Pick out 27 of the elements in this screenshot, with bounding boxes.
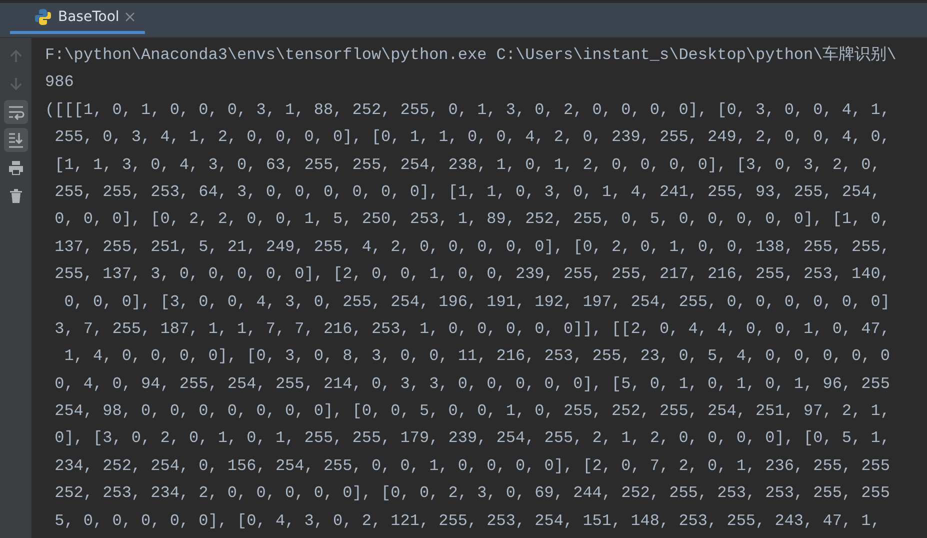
soft-wrap-button[interactable] <box>4 100 28 124</box>
tab-title: BaseTool <box>58 9 120 25</box>
console-line: 0], [3, 0, 2, 0, 1, 0, 1, 255, 255, 179, 239, 254, 255, 2, 1, 2, 0, 0, 0, 0], [0, 5, 1, <box>54 428 890 450</box>
console-line: [1, 1, 3, 0, 4, 3, 0, 63, 255, 255, 254, 238, 1, 0, 1, 2, 0, 0, 0, 0], [3, 0, 3, 2, 0, <box>54 154 880 176</box>
console-line: 254, 98, 0, 0, 0, 0, 0, 0, 0], [0, 0, 5, 0, 0, 1, 0, 255, 252, 255, 254, 251, 97, 2, 1, <box>54 401 890 422</box>
console-line: 255, 137, 3, 0, 0, 0, 0, 0], [2, 0, 0, 1, 0, 0, 239, 255, 255, 217, 216, 255, 253, 140, <box>54 264 890 286</box>
editor-tab[interactable]: BaseTool <box>10 3 146 34</box>
console-line: F:\python\Anaconda3\envs\tensorflow\python.exe C:\Users\instant_s\Desktop\python\车牌识别\ <box>45 44 896 66</box>
printer-icon <box>6 159 24 177</box>
console-line: 5, 0, 0, 0, 0, 0], [0, 4, 3, 0, 2, 121, 255, 253, 254, 151, 148, 253, 255, 243, 47, 1, <box>54 510 880 532</box>
console-line: 252, 253, 234, 2, 0, 0, 0, 0, 0], [0, 0, 2, 3, 0, 69, 244, 252, 255, 253, 253, 255, 255 <box>54 483 890 504</box>
console-line: 0, 4, 0, 94, 255, 254, 255, 214, 0, 3, 3, 0, 0, 0, 0, 0], [5, 0, 1, 0, 1, 0, 1, 96, 255 <box>54 374 890 395</box>
close-icon[interactable] <box>125 12 136 22</box>
console-line: 986 <box>45 72 74 94</box>
console-line: 255, 0, 3, 4, 1, 2, 0, 0, 0, 0], [0, 1, 1, 0, 0, 4, 2, 0, 239, 255, 249, 2, 0, 0, 4, 0, <box>54 127 890 148</box>
console-line: 234, 252, 254, 0, 156, 254, 255, 0, 0, 1, 0, 0, 0, 0], [2, 0, 7, 2, 0, 1, 236, 255, 255 <box>54 456 890 477</box>
console-line: 3, 7, 255, 187, 1, 1, 7, 7, 216, 253, 1, 0, 0, 0, 0, 0]], [[2, 0, 4, 4, 0, 0, 1, 0, 47, <box>54 318 890 340</box>
scroll-to-end-button[interactable] <box>4 128 28 152</box>
console-line: 0, 0, 0], [3, 0, 0, 4, 3, 0, 255, 254, 196, 191, 192, 197, 254, 255, 0, 0, 0, 0, 0, 0] <box>63 292 890 313</box>
scroll-to-end-icon <box>6 131 24 149</box>
logo-icon <box>34 8 52 26</box>
console-line: 137, 255, 251, 5, 21, 249, 255, 4, 2, 0, 0, 0, 0, 0], [0, 2, 0, 1, 0, 0, 138, 255, 255, <box>54 236 890 258</box>
console-line: 255, 255, 253, 64, 3, 0, 0, 0, 0, 0, 0], [1, 1, 0, 3, 0, 1, 4, 241, 255, 93, 255, 254, <box>54 182 880 203</box>
soft-wrap-icon <box>6 103 24 121</box>
console-line: 1, 4, 0, 0, 0, 0], [0, 3, 0, 8, 3, 0, 0, 11, 216, 253, 255, 23, 0, 5, 4, 0, 0, 0, 0, 0 <box>63 346 890 368</box>
console-line: 0, 0, 0], [0, 2, 2, 0, 0, 1, 5, 250, 253, 1, 89, 252, 255, 0, 5, 0, 0, 0, 0, 0], [1, 0, <box>54 209 890 230</box>
console-line: ([[[1, 0, 1, 0, 0, 0, 3, 1, 88, 252, 255, 0, 1, 3, 0, 2, 0, 0, 0, 0], [0, 3, 0, 0, 4, 1, <box>45 100 890 121</box>
